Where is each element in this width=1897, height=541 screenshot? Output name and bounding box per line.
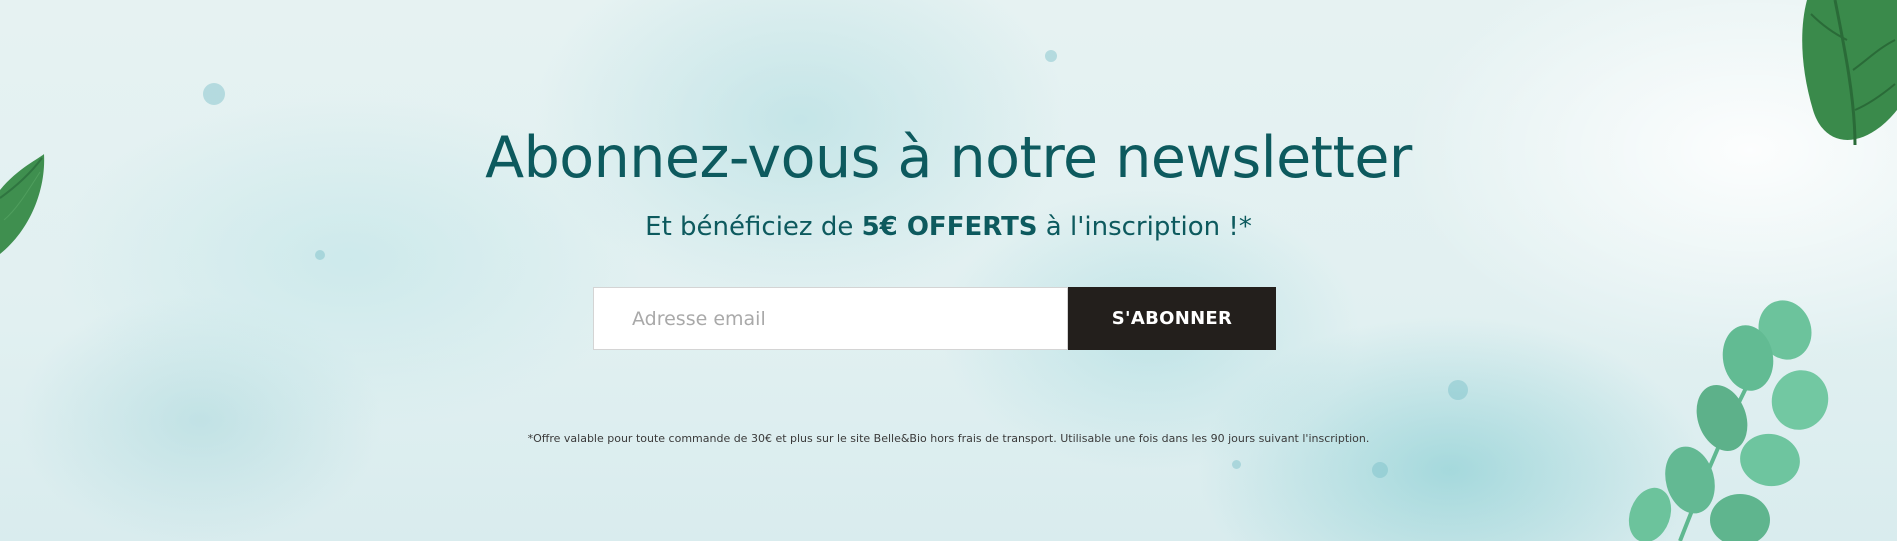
offer-highlight: 5€ OFFERTS	[861, 212, 1038, 242]
watercolor-spot	[203, 83, 225, 105]
watercolor-spot	[1232, 460, 1241, 469]
subscribe-button[interactable]: S'ABONNER	[1068, 287, 1276, 350]
watercolor-spot	[1045, 50, 1057, 62]
newsletter-section: Abonnez-vous à notre newsletter Et bénéf…	[0, 0, 1897, 541]
watercolor-spot	[1372, 462, 1388, 478]
newsletter-form: S'ABONNER	[593, 287, 1276, 350]
watercolor-spot	[1448, 380, 1468, 400]
newsletter-title: Abonnez-vous à notre newsletter	[485, 125, 1412, 191]
subtitle-text-before: Et bénéficiez de	[645, 212, 862, 242]
email-input[interactable]	[593, 287, 1068, 350]
eucalyptus-branch-icon	[1628, 300, 1829, 541]
watercolor-spot	[315, 250, 325, 260]
offer-disclaimer: *Offre valable pour toute commande de 30…	[527, 432, 1370, 445]
subtitle-text-after: à l'inscription !*	[1037, 212, 1252, 242]
newsletter-subtitle: Et bénéficiez de 5€ OFFERTS à l'inscript…	[0, 212, 1897, 242]
